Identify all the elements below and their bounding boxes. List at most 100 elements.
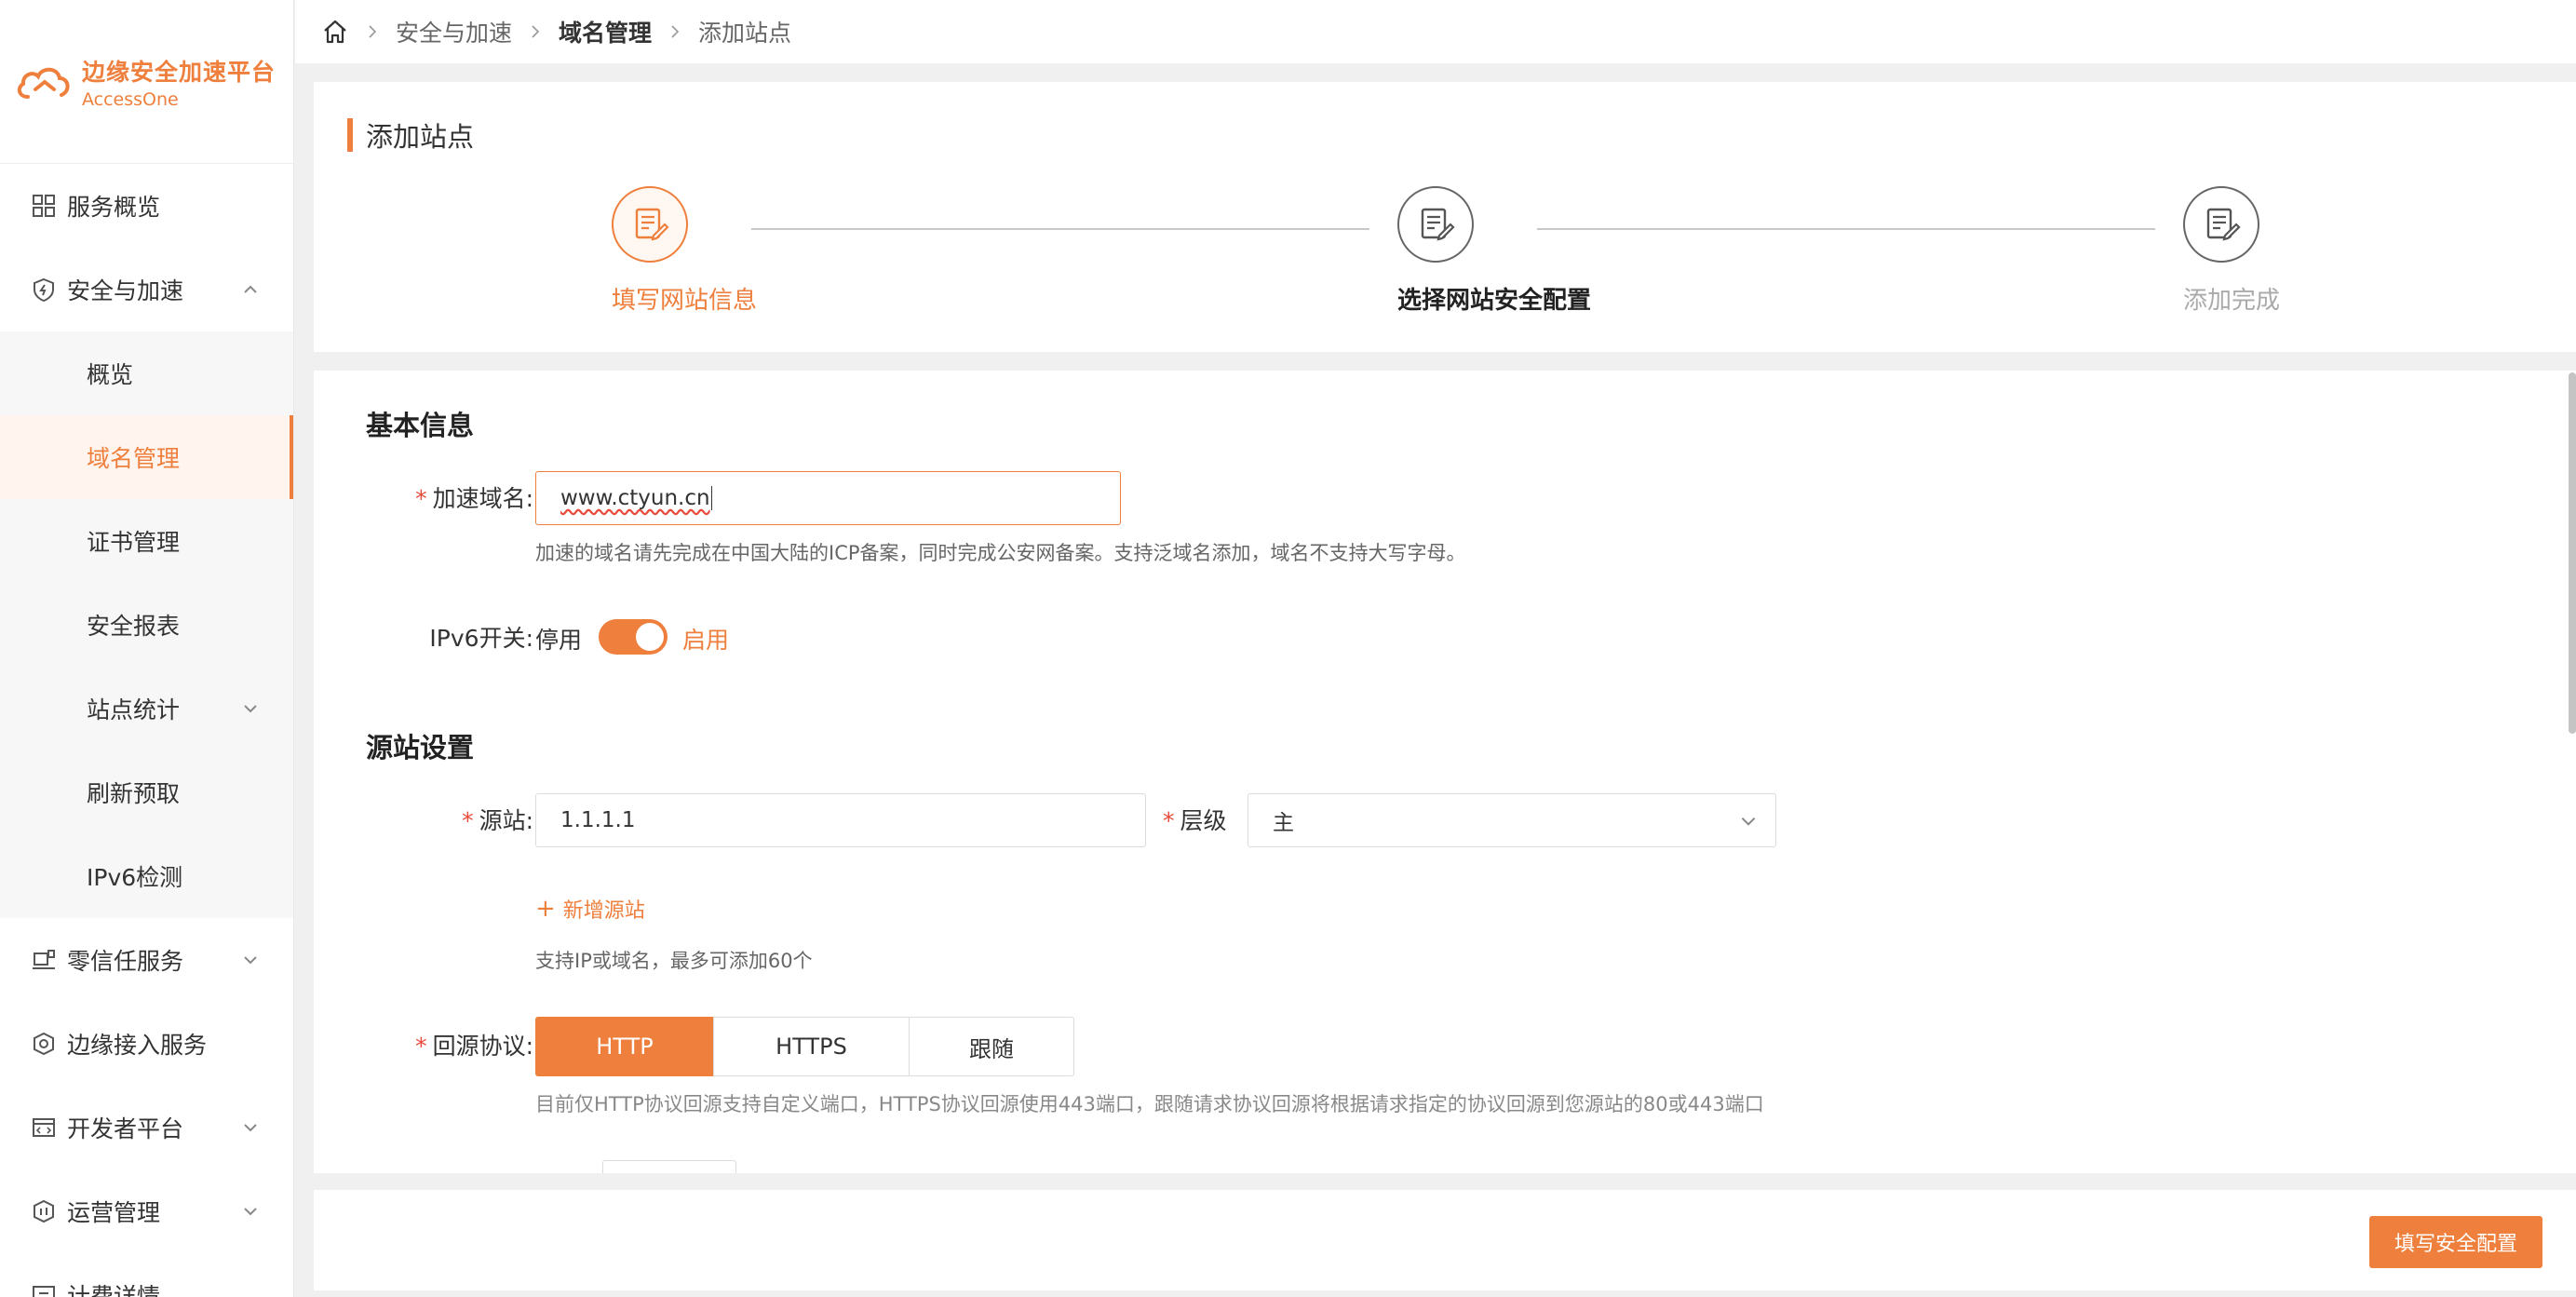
shield-icon [30,276,58,304]
domain-input[interactable]: www.ctyun.cn [535,471,1121,525]
domain-input-value: www.ctyun.cn [560,486,710,510]
required-mark: * [415,1033,427,1060]
ipv6-off-label: 停用 [535,627,583,654]
breadcrumb: 安全与加速 域名管理 添加站点 [295,0,2576,63]
hexagon-icon [30,1030,58,1058]
sidebar-item-label: 开发者平台 [67,1115,184,1142]
sidebar-item-certificates[interactable]: 证书管理 [0,499,293,583]
sidebar-item-label: 概览 [87,361,134,388]
sidebar-item-billing[interactable]: 计费详情 [0,1253,293,1297]
sidebar-item-domain-management[interactable]: 域名管理 [0,415,293,499]
hexagon-settings-icon [30,1197,58,1225]
section-basic-info: 基本信息 [366,410,475,441]
sidebar-item-label: 服务概览 [67,194,161,221]
sidebar-item-label: 运营管理 [67,1199,161,1226]
add-origin-label: 新增源站 [562,899,645,923]
protocol-label: * 回源协议: [370,1028,533,1061]
required-mark: * [462,807,474,834]
domain-hint: 加速的域名请先完成在中国大陆的ICP备案，同时完成公安网备案。支持泛域名添加，域… [535,542,1466,564]
ipv6-label: IPv6开关: [429,625,533,652]
toggle-knob [636,623,664,651]
next-security-config-button[interactable]: 填写安全配置 [2369,1216,2542,1268]
chevron-right-icon [366,23,379,40]
protocol-hint: 目前仅HTTP协议回源支持自定义端口，HTTPS协议回源使用443端口，跟随请求… [535,1093,1764,1115]
sidebar-nav: 服务概览 安全与加速 概览 域名管理 证书管理 安全报表 站点统计 刷新预取 I… [0,164,293,1297]
chevron-down-icon [244,705,257,713]
grid-icon [30,192,58,220]
chevron-right-icon [529,23,542,40]
sidebar-item-label: 刷新预取 [87,780,181,807]
step-1: 填写网站信息 [612,186,757,315]
ipv6-toggle[interactable] [599,619,668,655]
breadcrumb-security-acceleration[interactable]: 安全与加速 [396,15,512,48]
origin-label: * 源站: [370,803,533,836]
step-2: 选择网站安全配置 [1397,186,1591,315]
sidebar-item-label: 安全与加速 [67,277,184,304]
protocol-label-text: 回源协议: [432,1033,533,1060]
level-select-value: 主 [1273,811,1294,835]
chevron-up-icon [244,285,257,293]
sidebar-item-label: IPv6检测 [87,864,183,891]
breadcrumb-domain-management[interactable]: 域名管理 [559,15,652,48]
sidebar-item-edge-access[interactable]: 边缘接入服务 [0,1002,293,1086]
sidebar-item-developer[interactable]: 开发者平台 [0,1086,293,1169]
add-origin-button[interactable]: + 新增源站 [535,894,645,924]
sidebar-item-label: 计费详情 [67,1283,161,1297]
sidebar-item-label: 证书管理 [87,529,181,556]
footer-actions: 填写安全配置 [314,1190,2576,1290]
step-3-label: 添加完成 [2183,287,2281,315]
sidebar-item-site-stats[interactable]: 站点统计 [0,667,293,750]
scrollbar[interactable] [2569,372,2576,734]
sidebar-item-ipv6-check[interactable]: IPv6检测 [0,834,293,918]
step-3: 添加完成 [2183,186,2280,315]
sidebar-item-label: 零信任服务 [67,948,184,975]
chevron-down-icon [244,1124,257,1132]
add-site-form: 基本信息 * 加速域名: www.ctyun.cn 加速的域名请先完成在中国大陆的… [314,371,2576,1173]
domain-label: * 加速域名: [370,480,533,514]
step-1-label: 填写网站信息 [612,287,758,315]
protocol-http-button[interactable]: HTTP [535,1017,714,1076]
billing-icon [30,1281,58,1297]
sidebar-item-operations[interactable]: 运营管理 [0,1169,293,1253]
protocol-radio-group: HTTP HTTPS 跟随 [535,1017,1074,1076]
sidebar: 边缘安全加速平台 AccessOne 服务概览 安全与加速 概览 域名管理 证书… [0,0,294,1297]
step-connector [751,228,1369,230]
document-edit-icon [1397,186,1474,263]
breadcrumb-add-site: 添加站点 [698,20,792,47]
ipv6-on-label: 启用 [682,627,730,654]
chevron-right-icon [668,23,681,40]
plus-icon: + [535,895,556,923]
laptop-lock-icon [30,946,58,974]
step-2-label: 选择网站安全配置 [1397,287,1592,315]
section-origin-settings: 源站设置 [366,732,475,763]
brand-logo[interactable]: 边缘安全加速平台 AccessOne [0,0,293,164]
required-mark: * [415,485,427,512]
level-label-text: 层级 [1180,807,1227,834]
origin-input[interactable]: 1.1.1.1 [535,793,1146,847]
brand-subtitle: AccessOne [82,88,179,110]
cloud-logo-icon [17,67,70,99]
page-title: 添加站点 [347,117,474,153]
chevron-down-icon [244,1208,257,1216]
code-window-icon [30,1114,58,1142]
document-edit-icon [2183,186,2259,263]
steps-card: 添加站点 填写网站信息 选择网站安全配置 添加完成 [314,82,2576,352]
sidebar-item-security-acceleration[interactable]: 安全与加速 [0,248,293,331]
sidebar-item-overview[interactable]: 服务概览 [0,164,293,248]
sidebar-item-label: 域名管理 [87,445,181,472]
sidebar-item-sub-overview[interactable]: 概览 [0,331,293,415]
origin-label-text: 源站: [479,807,533,834]
protocol-follow-button[interactable]: 跟随 [909,1017,1074,1076]
sidebar-item-refresh-prefetch[interactable]: 刷新预取 [0,750,293,834]
required-mark: * [1163,807,1175,834]
origin-hint: 支持IP或域名，最多可添加60个 [535,950,813,972]
port-input-partial[interactable] [602,1160,736,1173]
home-icon[interactable] [321,18,349,46]
protocol-https-button[interactable]: HTTPS [713,1017,910,1076]
chevron-down-icon [1741,817,1756,826]
level-select[interactable]: 主 [1248,793,1776,847]
sidebar-item-zero-trust[interactable]: 零信任服务 [0,918,293,1002]
domain-label-text: 加速域名: [432,485,533,512]
sidebar-item-security-reports[interactable]: 安全报表 [0,583,293,667]
text-cursor [710,486,712,510]
